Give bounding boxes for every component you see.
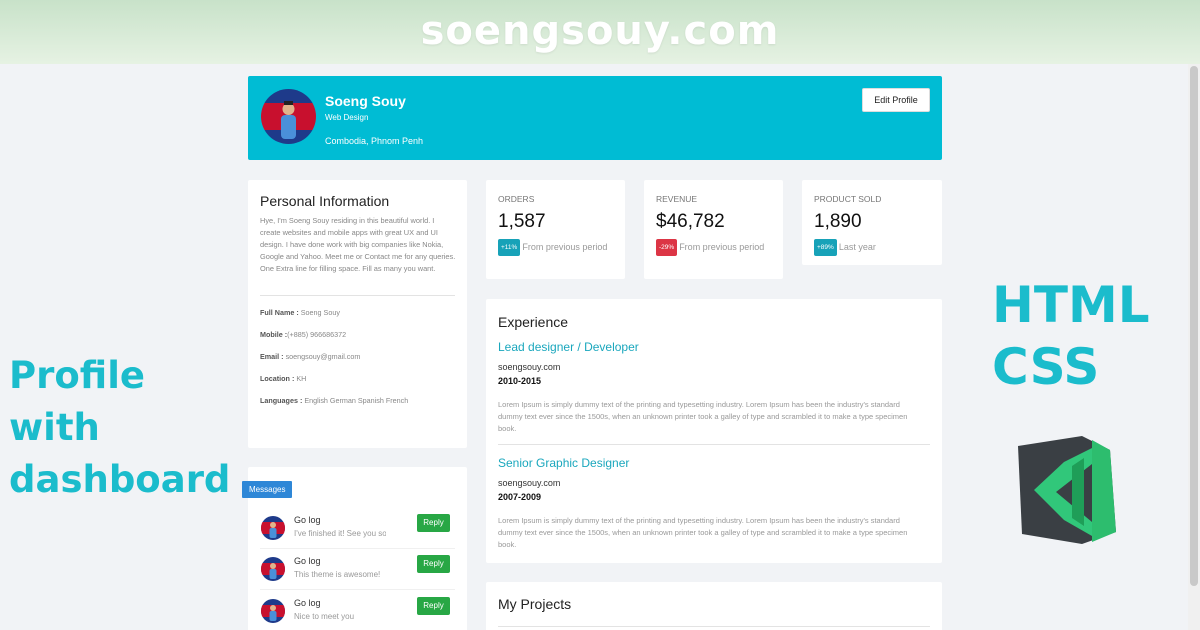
- divider: [260, 548, 455, 549]
- info-value: (+885) 966686372: [287, 330, 347, 339]
- banner-title: soengsouy.com: [420, 8, 780, 54]
- stat-note: From previous period: [522, 242, 608, 252]
- messages-card: Messages Go log I've finished it! See yo…: [242, 467, 467, 630]
- caption-right-line2: CSS: [992, 338, 1100, 396]
- stat-footer: +11% From previous period: [498, 239, 616, 256]
- stat-value: 1,587: [498, 211, 546, 232]
- divider: [260, 589, 455, 590]
- info-row-languages: Languages : English German Spanish Frenc…: [260, 396, 408, 405]
- message-item[interactable]: Go log This theme is awesome! Reply: [260, 552, 455, 588]
- change-badge: +11%: [498, 239, 521, 256]
- stat-value: $46,782: [656, 211, 725, 232]
- change-badge: -29%: [656, 239, 678, 256]
- stat-card-revenue: REVENUE $46,782 -29% From previous period: [644, 180, 783, 279]
- info-row-email: Email : soengsouy@gmail.com: [260, 352, 360, 361]
- info-row-mobile: Mobile :(+885) 966686372: [260, 330, 346, 339]
- stat-note: Last year: [838, 242, 876, 252]
- stat-value: 1,890: [814, 211, 862, 232]
- info-label: Email :: [260, 352, 284, 361]
- stat-footer: -29% From previous period: [656, 239, 774, 256]
- change-badge: +89%: [814, 239, 837, 256]
- message-preview: Nice to meet you: [294, 612, 355, 621]
- stat-label: ORDERS: [498, 194, 535, 204]
- reply-button[interactable]: Reply: [417, 555, 450, 573]
- job-years: 2007-2009: [498, 492, 542, 502]
- job-title[interactable]: Lead designer / Developer: [498, 340, 639, 354]
- info-value: Soeng Souy: [298, 308, 340, 317]
- info-label: Languages :: [260, 396, 303, 405]
- info-label: Full Name :: [260, 308, 299, 317]
- projects-title: My Projects: [498, 596, 572, 612]
- avatar: [261, 599, 285, 623]
- personal-info-about: Hye, I'm Soeng Souy residing in this bea…: [260, 216, 456, 273]
- caption-left-line2: dashboard: [9, 458, 231, 501]
- message-sender: Go log: [294, 515, 321, 525]
- info-value: English German Spanish French: [302, 396, 409, 405]
- stat-footer: +89% Last year: [814, 239, 932, 256]
- stat-card-product-sold: PRODUCT SOLD 1,890 +89% Last year: [802, 180, 942, 265]
- job-company: soengsouy.com: [498, 362, 561, 372]
- info-row-location: Location : KH: [260, 374, 306, 383]
- avatar: [261, 89, 316, 144]
- page-scrollbar[interactable]: [1188, 64, 1200, 630]
- message-preview: I've finished it! See you so...: [294, 529, 386, 538]
- profile-name: Soeng Souy: [325, 93, 406, 109]
- job-description: Lorem Ipsum is simply dummy text of the …: [498, 400, 908, 433]
- info-value: KH: [294, 374, 307, 383]
- message-preview: This theme is awesome!: [294, 570, 381, 579]
- message-item[interactable]: Go log Nice to meet you Reply: [260, 594, 455, 630]
- caption-right-line1: HTML: [992, 276, 1150, 334]
- divider: [498, 626, 930, 627]
- caption-left-line1: Profile with: [9, 354, 145, 449]
- caption-right: HTML CSS: [992, 274, 1150, 398]
- code-editor-logo-icon: [1018, 436, 1116, 544]
- personal-info-title: Personal Information: [260, 193, 390, 209]
- site-banner: soengsouy.com: [0, 0, 1200, 64]
- reply-button[interactable]: Reply: [417, 597, 450, 615]
- profile-role: Web Design: [325, 113, 369, 122]
- job-title[interactable]: Senior Graphic Designer: [498, 456, 629, 470]
- reply-button[interactable]: Reply: [417, 514, 450, 532]
- job-company: soengsouy.com: [498, 478, 561, 488]
- divider: [498, 444, 930, 445]
- edit-profile-button[interactable]: Edit Profile: [862, 88, 930, 112]
- divider: [260, 295, 455, 296]
- stat-card-orders: ORDERS 1,587 +11% From previous period: [486, 180, 625, 279]
- info-value: soengsouy@gmail.com: [283, 352, 361, 361]
- projects-card: My Projects: [486, 582, 942, 630]
- info-label: Location :: [260, 374, 295, 383]
- personal-info-card: Personal Information Hye, I'm Soeng Souy…: [248, 180, 467, 448]
- messages-tag: Messages: [242, 481, 293, 498]
- info-row-full-name: Full Name : Soeng Souy: [260, 308, 340, 317]
- profile-header: Soeng Souy Web Design Combodia, Phnom Pe…: [248, 76, 942, 160]
- stat-note: From previous period: [679, 242, 765, 252]
- message-item[interactable]: Go log I've finished it! See you so... R…: [260, 511, 455, 547]
- job-description: Lorem Ipsum is simply dummy text of the …: [498, 516, 908, 549]
- message-sender: Go log: [294, 556, 321, 566]
- avatar: [261, 557, 285, 581]
- caption-left: Profile with dashboard: [9, 350, 239, 506]
- stat-label: PRODUCT SOLD: [814, 194, 882, 204]
- stat-label: REVENUE: [656, 194, 698, 204]
- experience-title: Experience: [498, 314, 569, 330]
- profile-location: Combodia, Phnom Penh: [325, 136, 424, 146]
- scrollbar-thumb[interactable]: [1190, 66, 1198, 586]
- message-sender: Go log: [294, 598, 321, 608]
- job-years: 2010-2015: [498, 376, 542, 386]
- avatar: [261, 516, 285, 540]
- info-label: Mobile :: [260, 330, 288, 339]
- experience-card: Experience Lead designer / Developer soe…: [486, 299, 942, 563]
